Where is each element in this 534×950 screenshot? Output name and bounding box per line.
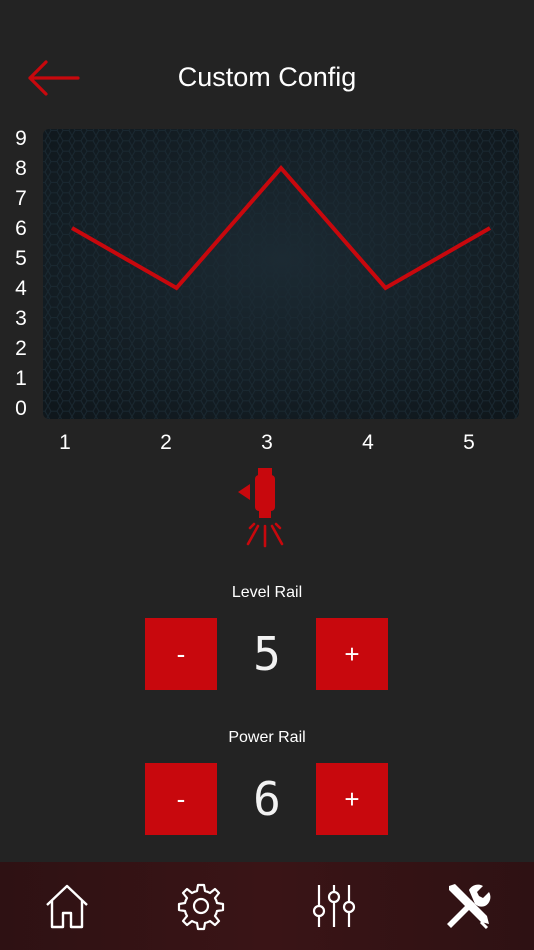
- tab-tools[interactable]: [412, 862, 522, 950]
- y-tick-label: 1: [15, 367, 27, 390]
- data-point-handle[interactable]: [482, 220, 498, 236]
- config-chart[interactable]: 0 1 2 3 4 5 6 7 8 9 1 2 3 4 5: [0, 120, 534, 460]
- power-rail-minus-button[interactable]: -: [145, 763, 217, 835]
- x-tick-label: 3: [261, 431, 273, 454]
- y-tick-label: 4: [15, 277, 27, 300]
- y-tick-label: 5: [15, 247, 27, 270]
- y-tick-label: 0: [15, 397, 27, 420]
- x-tick-label: 2: [160, 431, 172, 454]
- tools-icon: [447, 884, 491, 930]
- page-title: Custom Config: [177, 62, 357, 92]
- level-rail-minus-button[interactable]: -: [145, 618, 217, 690]
- data-point-handle[interactable]: [169, 280, 185, 296]
- level-rail-label: Level Rail: [231, 584, 303, 601]
- chart-svg[interactable]: 0 1 2 3 4 5 6 7 8 9 1 2 3 4 5: [0, 120, 534, 460]
- home-icon: [46, 884, 88, 929]
- y-tick-label: 9: [15, 127, 27, 150]
- header: Custom Config: [0, 0, 534, 128]
- x-tick-label: 4: [362, 431, 374, 454]
- y-tick-label: 7: [15, 187, 27, 210]
- data-point-handle[interactable]: [64, 220, 80, 236]
- data-point-handle[interactable]: [273, 160, 289, 176]
- sliders-icon: [312, 885, 356, 927]
- power-rail-label: Power Rail: [228, 729, 306, 746]
- gear-icon: [177, 883, 225, 931]
- power-rail-plus-button[interactable]: +: [316, 763, 388, 835]
- data-point-handle[interactable]: [378, 280, 394, 296]
- y-tick-label: 6: [15, 217, 27, 240]
- x-tick-label: 5: [463, 431, 475, 454]
- tab-equalizer[interactable]: [279, 862, 389, 950]
- tab-bar: [0, 862, 534, 950]
- x-tick-label: 1: [59, 431, 71, 454]
- y-tick-label: 3: [15, 307, 27, 330]
- tab-settings[interactable]: [146, 862, 256, 950]
- level-rail-plus-button[interactable]: +: [316, 618, 388, 690]
- y-tick-label: 8: [15, 157, 27, 180]
- y-tick-label: 2: [15, 337, 27, 360]
- camera-light-icon: [238, 468, 284, 548]
- level-rail-value: 5: [253, 627, 281, 681]
- tab-home[interactable]: [12, 862, 122, 950]
- power-rail-value: 6: [253, 772, 281, 826]
